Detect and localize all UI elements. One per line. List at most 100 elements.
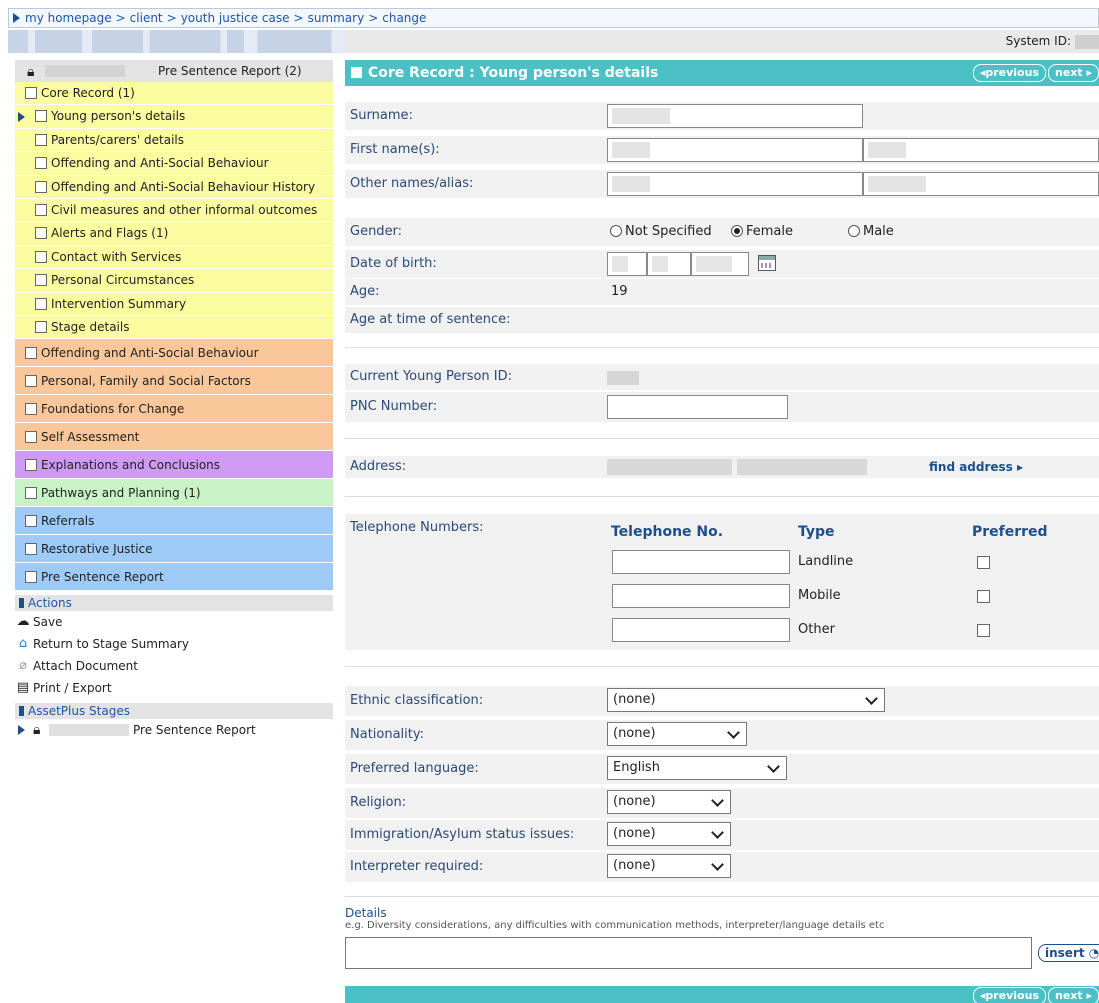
mobile-number-input[interactable]: [612, 584, 790, 608]
action-label: Return to Stage Summary: [33, 637, 189, 652]
breadcrumb-item[interactable]: change: [382, 11, 426, 25]
dob-month-input[interactable]: [647, 252, 691, 276]
checkbox-icon[interactable]: [35, 157, 47, 170]
dob-row: Date of birth:: [345, 250, 1099, 278]
nav-item[interactable]: Alerts and Flags (1): [15, 222, 333, 246]
checkbox-icon[interactable]: [35, 297, 47, 310]
checkbox-icon[interactable]: [25, 543, 37, 556]
save-action[interactable]: ☁ Save: [15, 611, 333, 633]
ethnic-row: Ethnic classification: (none): [345, 686, 1099, 716]
checkbox-icon[interactable]: [25, 515, 37, 528]
breadcrumb-item[interactable]: client: [130, 11, 163, 25]
landline-number-input[interactable]: [612, 550, 790, 574]
nav-item[interactable]: Offending and Anti-Social Behaviour: [15, 152, 333, 176]
checkbox-icon[interactable]: [35, 133, 47, 146]
alias-first-input[interactable]: [607, 172, 863, 196]
nav-stage-header[interactable]: 🔒︎ Pre Sentence Report (2): [15, 60, 333, 82]
next-button-bottom[interactable]: next ▸: [1048, 987, 1099, 1003]
nav-item[interactable]: Pathways and Planning (1): [15, 479, 333, 508]
surname-input[interactable]: [607, 104, 863, 128]
print-export-action[interactable]: ▤ Print / Export: [15, 677, 333, 699]
breadcrumb-links[interactable]: my homepage > client > youth justice case > su…: [25, 11, 426, 25]
nationality-select-value: (none): [613, 726, 656, 741]
breadcrumb-item[interactable]: summary: [308, 11, 365, 25]
checkbox-icon[interactable]: [25, 431, 37, 444]
alias-surname-input[interactable]: [863, 172, 1099, 196]
calendar-icon[interactable]: [758, 255, 776, 271]
dob-day-input[interactable]: [607, 252, 647, 276]
checkbox-icon[interactable]: [25, 347, 37, 360]
next-button[interactable]: next ▸: [1048, 64, 1099, 82]
radio-icon[interactable]: [610, 225, 622, 237]
other-preferred-checkbox[interactable]: [977, 624, 990, 637]
checkbox-icon[interactable]: [35, 320, 47, 333]
checkbox-icon[interactable]: [35, 274, 47, 287]
checkbox-icon[interactable]: [25, 403, 37, 416]
checkbox-icon[interactable]: [35, 110, 47, 123]
details-textarea[interactable]: [345, 937, 1032, 969]
pnc-input[interactable]: [607, 395, 788, 419]
nav-item[interactable]: Explanations and Conclusions: [15, 451, 333, 480]
address-value-redacted: [607, 459, 867, 475]
nav-item-label: Offending and Anti-Social Behaviour: [41, 346, 259, 361]
address-row: Address: find address ▸: [345, 456, 1099, 478]
checkbox-icon[interactable]: [35, 250, 47, 263]
landline-preferred-checkbox[interactable]: [977, 556, 990, 569]
checkbox-icon[interactable]: [25, 571, 37, 584]
attach-document-action[interactable]: ⌀ Attach Document: [15, 655, 333, 677]
checkbox-icon[interactable]: [25, 487, 37, 500]
return-to-stage-summary-action[interactable]: ⌂ Return to Stage Summary: [15, 633, 333, 655]
nav-item[interactable]: Stage details: [15, 315, 333, 340]
immigration-select[interactable]: (none): [607, 822, 731, 846]
expand-arrow-icon[interactable]: [18, 725, 25, 736]
insert-button[interactable]: insert ◔: [1038, 944, 1099, 962]
nav-item[interactable]: Referrals: [15, 507, 333, 536]
checkbox-icon[interactable]: [35, 227, 47, 240]
interpreter-select[interactable]: (none): [607, 854, 731, 878]
other-number-input[interactable]: [612, 618, 790, 642]
gender-not-specified-option[interactable]: Not Specified: [610, 218, 712, 246]
checkbox-icon[interactable]: [35, 203, 47, 216]
dob-year-input[interactable]: [691, 252, 749, 276]
nav-item[interactable]: Core Record (1): [15, 82, 333, 106]
nav-item[interactable]: Young person's details: [15, 105, 333, 129]
nav-item[interactable]: Offending and Anti-Social Behaviour Hist…: [15, 175, 333, 199]
nav-item[interactable]: Self Assessment: [15, 423, 333, 452]
nav-item[interactable]: Personal Circumstances: [15, 269, 333, 293]
nav-item[interactable]: Foundations for Change: [15, 395, 333, 424]
checkbox-icon[interactable]: [25, 87, 37, 99]
checkbox-icon[interactable]: [25, 375, 37, 388]
nav-item[interactable]: Contact with Services: [15, 245, 333, 270]
breadcrumb-item[interactable]: my homepage: [25, 11, 112, 25]
nav-item[interactable]: Pre Sentence Report: [15, 563, 333, 592]
checkbox-icon[interactable]: [25, 459, 37, 472]
checkbox-icon[interactable]: [35, 180, 47, 193]
find-address-link[interactable]: find address ▸: [929, 456, 1023, 478]
age-sentence-label: Age at time of sentence:: [350, 312, 511, 327]
first-name-input[interactable]: [607, 138, 863, 162]
mobile-preferred-checkbox[interactable]: [977, 590, 990, 603]
stage-link[interactable]: 🔒︎ Pre Sentence Report: [15, 719, 333, 741]
tel-type-header: Type: [798, 524, 835, 540]
gender-female-option[interactable]: Female: [731, 218, 793, 246]
radio-icon[interactable]: [848, 225, 860, 237]
language-select[interactable]: English: [607, 756, 787, 780]
stages-header: AssetPlus Stages: [15, 703, 333, 720]
previous-button-bottom[interactable]: ◂previous: [972, 987, 1046, 1003]
nav-item[interactable]: Restorative Justice: [15, 535, 333, 564]
religion-select[interactable]: (none): [607, 790, 731, 814]
breadcrumb-item[interactable]: youth justice case: [181, 11, 290, 25]
middle-name-input[interactable]: [863, 138, 1099, 162]
previous-button[interactable]: ◂previous: [972, 64, 1046, 82]
nav-item[interactable]: Parents/carers' details: [15, 128, 333, 153]
ethnic-select[interactable]: (none): [607, 688, 885, 712]
nav-item[interactable]: Offending and Anti-Social Behaviour: [15, 339, 333, 368]
nav-item[interactable]: Intervention Summary: [15, 292, 333, 316]
nationality-select[interactable]: (none): [607, 722, 747, 746]
gender-male-option[interactable]: Male: [848, 218, 894, 246]
nav-item[interactable]: Personal, Family and Social Factors: [15, 367, 333, 396]
other-names-row: Other names/alias:: [345, 170, 1099, 198]
other-names-label: Other names/alias:: [350, 176, 474, 191]
radio-selected-icon[interactable]: [731, 225, 743, 237]
nav-item[interactable]: Civil measures and other informal outcom…: [15, 198, 333, 223]
